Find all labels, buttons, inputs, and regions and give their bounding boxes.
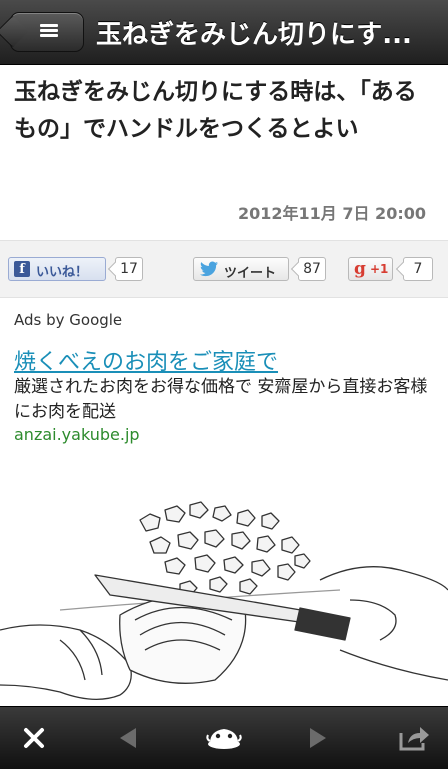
onion-cutting-illustration (0, 501, 448, 700)
tweet-count: 87 (298, 257, 326, 281)
ad-description: 厳選されたお肉をお得な価格で 安齋屋から直接お客様にお肉を配送 (14, 377, 428, 422)
google-icon: g (354, 259, 366, 279)
ad-url-link[interactable]: anzai.yakube.jp (14, 425, 140, 444)
page-title: 玉ねぎをみじん切りにす... (96, 20, 412, 50)
social-share-bar: f いいね！ 17 ツイート 87 g +1 7 (0, 240, 448, 298)
facebook-icon: f (14, 261, 30, 277)
app-logo-icon[interactable] (204, 721, 244, 755)
facebook-like-button[interactable]: f いいね！ (8, 257, 106, 281)
forward-icon[interactable] (300, 721, 336, 755)
tweet-button[interactable]: ツイート (193, 257, 289, 281)
twitter-bird-icon (200, 261, 218, 277)
facebook-like-label: いいね！ (36, 265, 89, 280)
bottom-toolbar (0, 706, 448, 769)
ad-headline-link[interactable]: 焼くべえのお肉をご家庭で (14, 344, 278, 376)
article-title: 玉ねぎをみじん切りにする時は、「あるもの」でハンドルをつくるとよい (14, 79, 417, 142)
plus-one-count: 7 (403, 257, 433, 281)
article-date: 2012年11月 7日 20:00 (237, 204, 426, 223)
menu-button[interactable] (10, 12, 84, 52)
facebook-like-count: 17 (115, 257, 143, 281)
menu-icon (40, 24, 58, 38)
nav-bar: 玉ねぎをみじん切りにす... (0, 0, 448, 65)
google-plus-one-button[interactable]: g +1 (348, 257, 393, 281)
tweet-label: ツイート (224, 266, 277, 281)
ads-by-google-label: Ads by Google (14, 311, 123, 329)
plus-one-label: +1 (370, 262, 389, 276)
share-icon[interactable] (396, 721, 432, 755)
close-icon[interactable] (16, 721, 52, 755)
back-icon[interactable] (110, 721, 146, 755)
